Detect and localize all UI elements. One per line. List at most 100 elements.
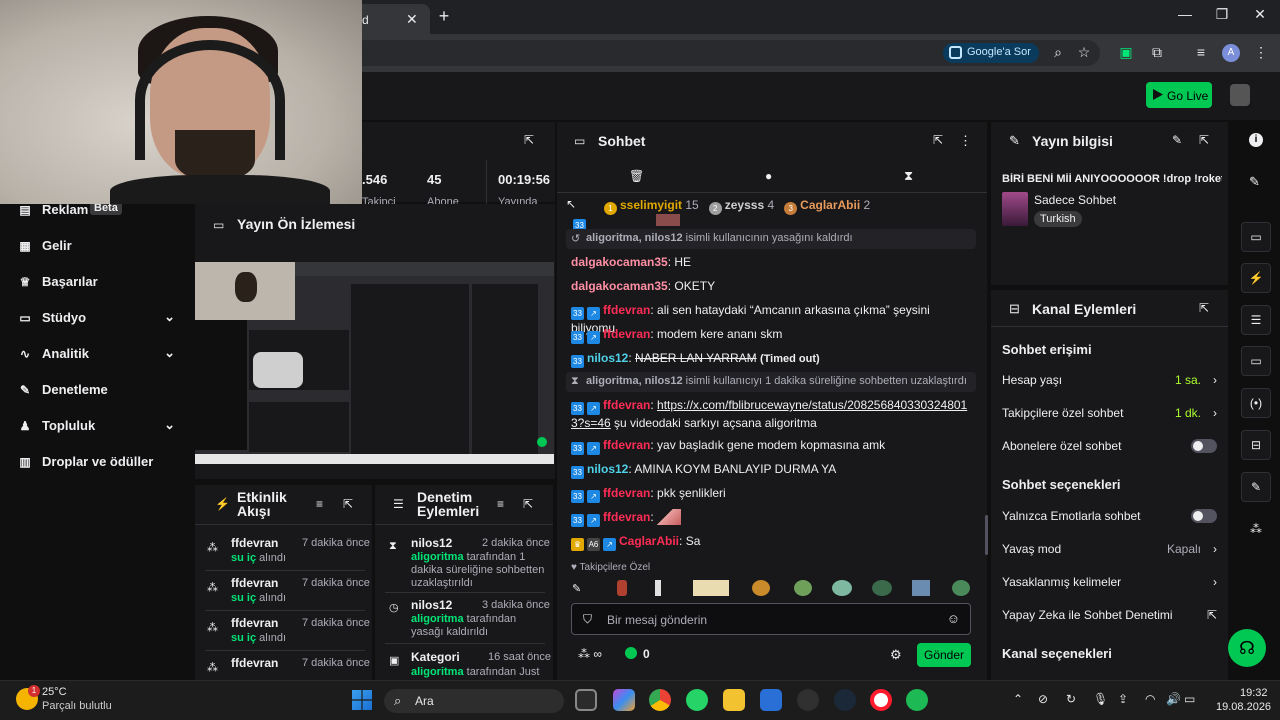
- chat-user[interactable]: ffdevran: [603, 510, 650, 524]
- event-user[interactable]: ffdevran: [231, 576, 278, 590]
- extensions-puzzle-icon[interactable]: ⧉: [1148, 44, 1166, 62]
- more-icon[interactable]: ⋮: [959, 133, 972, 149]
- chat-user[interactable]: nilos12: [587, 462, 628, 476]
- chat-user[interactable]: ffdevran: [603, 438, 650, 452]
- nav-item-revenue[interactable]: ▦ Gelir: [18, 235, 183, 259]
- whatsapp-icon[interactable]: [686, 689, 708, 711]
- mod-target[interactable]: Kategori: [411, 650, 460, 664]
- chat-user[interactable]: ffdevran: [603, 303, 650, 317]
- mod-target[interactable]: nilos12: [411, 598, 452, 612]
- hourglass-icon[interactable]: ⧗: [904, 168, 913, 184]
- ai-moderation-row[interactable]: Yapay Zeka ile Sohbet Denetimi ⇱: [1002, 608, 1217, 624]
- chat-scrollbar[interactable]: [985, 515, 988, 555]
- popout-icon[interactable]: ⇱: [343, 497, 353, 511]
- emote[interactable]: [952, 580, 970, 596]
- chat-user[interactable]: nilos12: [587, 351, 628, 365]
- chat-user[interactable]: ffdevran: [603, 486, 650, 500]
- leader-name[interactable]: CaglarAbii: [800, 198, 860, 212]
- file-explorer-icon[interactable]: [723, 689, 745, 711]
- leader-name[interactable]: zeysss: [725, 198, 764, 212]
- popout-icon[interactable]: ⇱: [1199, 301, 1209, 315]
- nav-item-studio[interactable]: ▭ Stüdyo ⌄: [18, 307, 183, 331]
- clock-time[interactable]: 19:32: [1240, 687, 1268, 699]
- leader-name[interactable]: sselimyigit: [620, 198, 682, 212]
- tray-chevron-up-icon[interactable]: ⌃: [1013, 692, 1023, 706]
- emote[interactable]: [655, 580, 661, 596]
- emote-only-toggle[interactable]: [1191, 509, 1217, 523]
- close-window-icon[interactable]: ✕: [1245, 6, 1275, 26]
- category-name[interactable]: Sadece Sohbet: [1034, 193, 1116, 207]
- taskbar-search[interactable]: ⌕ Ara: [384, 689, 564, 713]
- close-tab-icon[interactable]: ✕: [406, 11, 418, 28]
- popout-icon[interactable]: ⇱: [524, 133, 534, 147]
- channel-points-icon[interactable]: ⁂: [1250, 522, 1262, 536]
- opera-icon[interactable]: [870, 689, 892, 711]
- wifi-icon[interactable]: ◠: [1145, 692, 1155, 706]
- popout-icon[interactable]: ⇱: [523, 497, 533, 511]
- emote[interactable]: [794, 580, 812, 596]
- battery-icon[interactable]: ▭: [1184, 692, 1195, 706]
- emote[interactable]: [693, 580, 729, 596]
- slow-mode-row[interactable]: Yavaş mod Kapalı ›: [1002, 542, 1217, 558]
- event-user[interactable]: ffdevran: [231, 656, 278, 670]
- chat-input[interactable]: ⛉ Bir mesaj gönderin ☺: [571, 603, 971, 635]
- chat-bubble-icon[interactable]: ●: [765, 169, 772, 183]
- extension-icon[interactable]: ▣: [1117, 44, 1135, 62]
- spotify-icon[interactable]: [906, 689, 928, 711]
- filter-icon[interactable]: ≡: [497, 497, 504, 511]
- edit-pencil-icon[interactable]: ✎: [1249, 174, 1260, 190]
- zoom-icon[interactable]: ⌕: [1049, 44, 1067, 62]
- edit-pencil-icon[interactable]: ✎: [1172, 133, 1182, 147]
- emote[interactable]: [872, 580, 892, 596]
- tray-sync-icon[interactable]: ↻: [1066, 692, 1076, 706]
- nav-item-moderation[interactable]: ✎ Denetleme: [18, 379, 183, 403]
- emote[interactable]: [832, 580, 852, 596]
- followers-only-row[interactable]: Takipçilere özel sohbet 1 dk. ›: [1002, 406, 1217, 422]
- nav-item-community[interactable]: ♟ Topluluk ⌄: [18, 415, 183, 439]
- emoji-icon[interactable]: ☺: [947, 611, 960, 626]
- microphone-icon[interactable]: 🎙: [1093, 692, 1108, 706]
- emote[interactable]: [752, 580, 770, 596]
- rail-chat-button[interactable]: ▭: [1241, 346, 1271, 376]
- trash-icon[interactable]: 🗑: [629, 169, 644, 183]
- subs-only-toggle[interactable]: [1191, 439, 1217, 453]
- event-user[interactable]: ffdevran: [231, 536, 278, 550]
- bookmark-star-icon[interactable]: ☆: [1075, 44, 1093, 62]
- rail-tools-button[interactable]: ✎: [1241, 472, 1271, 502]
- language-tag[interactable]: Turkish: [1034, 211, 1082, 227]
- restore-icon[interactable]: ❐: [1207, 6, 1237, 26]
- obs-icon[interactable]: [797, 689, 819, 711]
- channel-points-icon[interactable]: ⁂ ∞: [578, 647, 602, 661]
- user-avatar[interactable]: [1230, 84, 1250, 106]
- info-icon[interactable]: i: [1249, 133, 1263, 147]
- emote[interactable]: [617, 580, 627, 596]
- rail-stream-button[interactable]: (•): [1241, 388, 1271, 418]
- banned-words-row[interactable]: Yasaklanmış kelimeler ›: [1002, 575, 1217, 591]
- tray-app-icon[interactable]: ⊘: [1038, 692, 1048, 706]
- steam-icon[interactable]: [834, 689, 856, 711]
- event-user[interactable]: ffdevran: [231, 616, 278, 630]
- popout-icon[interactable]: ⇱: [1199, 133, 1209, 147]
- rail-actions-button[interactable]: ⊟: [1241, 430, 1271, 460]
- menu-dots-icon[interactable]: ⋮: [1252, 44, 1270, 62]
- copilot-icon[interactable]: [613, 689, 635, 711]
- new-tab-icon[interactable]: +: [434, 6, 454, 26]
- send-button[interactable]: Gönder: [917, 643, 971, 667]
- store-icon[interactable]: [760, 689, 782, 711]
- chat-user[interactable]: dalgakocaman35: [571, 279, 668, 293]
- rail-mod-actions-button[interactable]: ☰: [1241, 305, 1271, 335]
- help-chat-button[interactable]: ☊: [1228, 629, 1266, 667]
- task-view-icon[interactable]: [575, 689, 597, 711]
- emote[interactable]: [912, 580, 930, 596]
- tray-update-icon[interactable]: ⇪: [1118, 692, 1128, 706]
- filter-icon[interactable]: ≡: [316, 497, 323, 511]
- popout-icon[interactable]: ⇱: [933, 133, 943, 147]
- chrome-icon[interactable]: [649, 689, 671, 711]
- chat-user[interactable]: ffdevran: [603, 327, 650, 341]
- media-control-icon[interactable]: ≡: [1192, 44, 1210, 62]
- mod-target[interactable]: nilos12: [411, 536, 452, 550]
- chat-user[interactable]: CaglarAbii: [619, 534, 679, 548]
- stream-preview-video[interactable]: [195, 262, 554, 464]
- go-live-button[interactable]: Go Live: [1146, 82, 1212, 108]
- profile-avatar[interactable]: A: [1222, 44, 1240, 62]
